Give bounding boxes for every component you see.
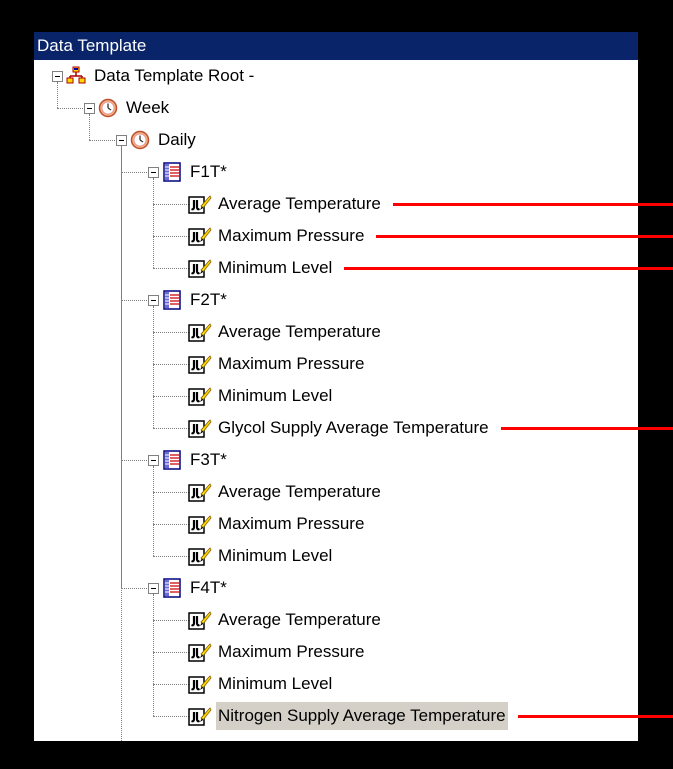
tree-view[interactable]: Data Template Root - Week Daily F1T* Average…: [34, 60, 638, 741]
tree-connector: [153, 652, 191, 653]
tag-calculation-icon: [188, 546, 212, 566]
tree-connector: [153, 204, 191, 205]
tag-calculation-icon: [188, 258, 212, 278]
table-icon: [162, 450, 182, 470]
tree-node-group[interactable]: F2T*: [188, 286, 229, 314]
tree-item[interactable]: Maximum Pressure: [216, 510, 366, 538]
tree-node-week[interactable]: Week: [124, 94, 171, 122]
tree-connector: [153, 556, 191, 557]
tree-connector: [153, 492, 191, 493]
tree-connector: [153, 684, 191, 685]
tree-item[interactable]: Average Temperature: [216, 606, 383, 634]
collapse-toggle[interactable]: [148, 295, 159, 306]
tag-calculation-icon: [188, 514, 212, 534]
tree-item[interactable]: Minimum Level: [216, 254, 334, 282]
collapse-toggle[interactable]: [116, 135, 127, 146]
tree-guide: [153, 594, 154, 716]
tree-connector: [153, 428, 191, 429]
tree-node-root[interactable]: Data Template Root -: [92, 62, 256, 90]
collapse-toggle[interactable]: [148, 455, 159, 466]
tag-calculation-icon: [188, 194, 212, 214]
tree-item[interactable]: Average Temperature: [216, 478, 383, 506]
tree-item[interactable]: Average Temperature: [216, 318, 383, 346]
tree-item[interactable]: Average Temperature: [216, 190, 383, 218]
tree-guide: [153, 306, 154, 428]
annotation-line: [344, 267, 673, 270]
tree-item[interactable]: Maximum Pressure: [216, 638, 366, 666]
tree-item[interactable]: Minimum Level: [216, 382, 334, 410]
tag-calculation-icon: [188, 418, 212, 438]
tag-calculation-icon: [188, 482, 212, 502]
data-template-panel: Data Template Data Template Root - Week Da…: [34, 32, 638, 741]
annotation-line: [518, 715, 673, 718]
collapse-toggle[interactable]: [148, 167, 159, 178]
tree-item[interactable]: Glycol Supply Average Temperature: [216, 414, 491, 442]
annotation-line: [501, 427, 673, 430]
tree-guide: [153, 178, 154, 268]
table-icon: [162, 290, 182, 310]
tag-calculation-icon: [188, 642, 212, 662]
clock-icon: [130, 130, 150, 150]
data-template-root-icon: [66, 66, 86, 86]
tag-calculation-icon: [188, 706, 212, 726]
tag-calculation-icon: [188, 354, 212, 374]
tree-connector: [153, 716, 191, 717]
tree-item[interactable]: Minimum Level: [216, 542, 334, 570]
tree-connector: [153, 620, 191, 621]
annotation-line: [376, 235, 673, 238]
tree-connector: [153, 524, 191, 525]
table-icon: [162, 162, 182, 182]
tree-item[interactable]: Minimum Level: [216, 670, 334, 698]
panel-title: Data Template: [34, 32, 638, 60]
clock-icon: [98, 98, 118, 118]
tree-node-daily[interactable]: Daily: [156, 126, 198, 154]
annotation-line: [393, 203, 673, 206]
table-icon: [162, 578, 182, 598]
tree-connector: [153, 332, 191, 333]
tree-item[interactable]: Maximum Pressure: [216, 222, 366, 250]
tree-connector: [153, 236, 191, 237]
tree-guide: [121, 146, 122, 588]
tag-calculation-icon: [188, 226, 212, 246]
tree-item[interactable]: Maximum Pressure: [216, 350, 366, 378]
tree-guide: [57, 82, 58, 108]
tree-node-group[interactable]: F1T*: [188, 158, 229, 186]
tag-calculation-icon: [188, 322, 212, 342]
tree-node-group[interactable]: F3T*: [188, 446, 229, 474]
tree-guide: [89, 114, 90, 140]
tag-calculation-icon: [188, 674, 212, 694]
collapse-toggle[interactable]: [52, 71, 63, 82]
tag-calculation-icon: [188, 610, 212, 630]
collapse-toggle[interactable]: [148, 583, 159, 594]
tree-guide: [153, 466, 154, 556]
tree-node-group[interactable]: F4T*: [188, 574, 229, 602]
tree-connector: [153, 396, 191, 397]
collapse-toggle[interactable]: [84, 103, 95, 114]
tag-calculation-icon: [188, 386, 212, 406]
tree-item[interactable]: Nitrogen Supply Average Temperature: [216, 702, 508, 730]
tree-connector: [153, 268, 191, 269]
tree-connector: [153, 364, 191, 365]
